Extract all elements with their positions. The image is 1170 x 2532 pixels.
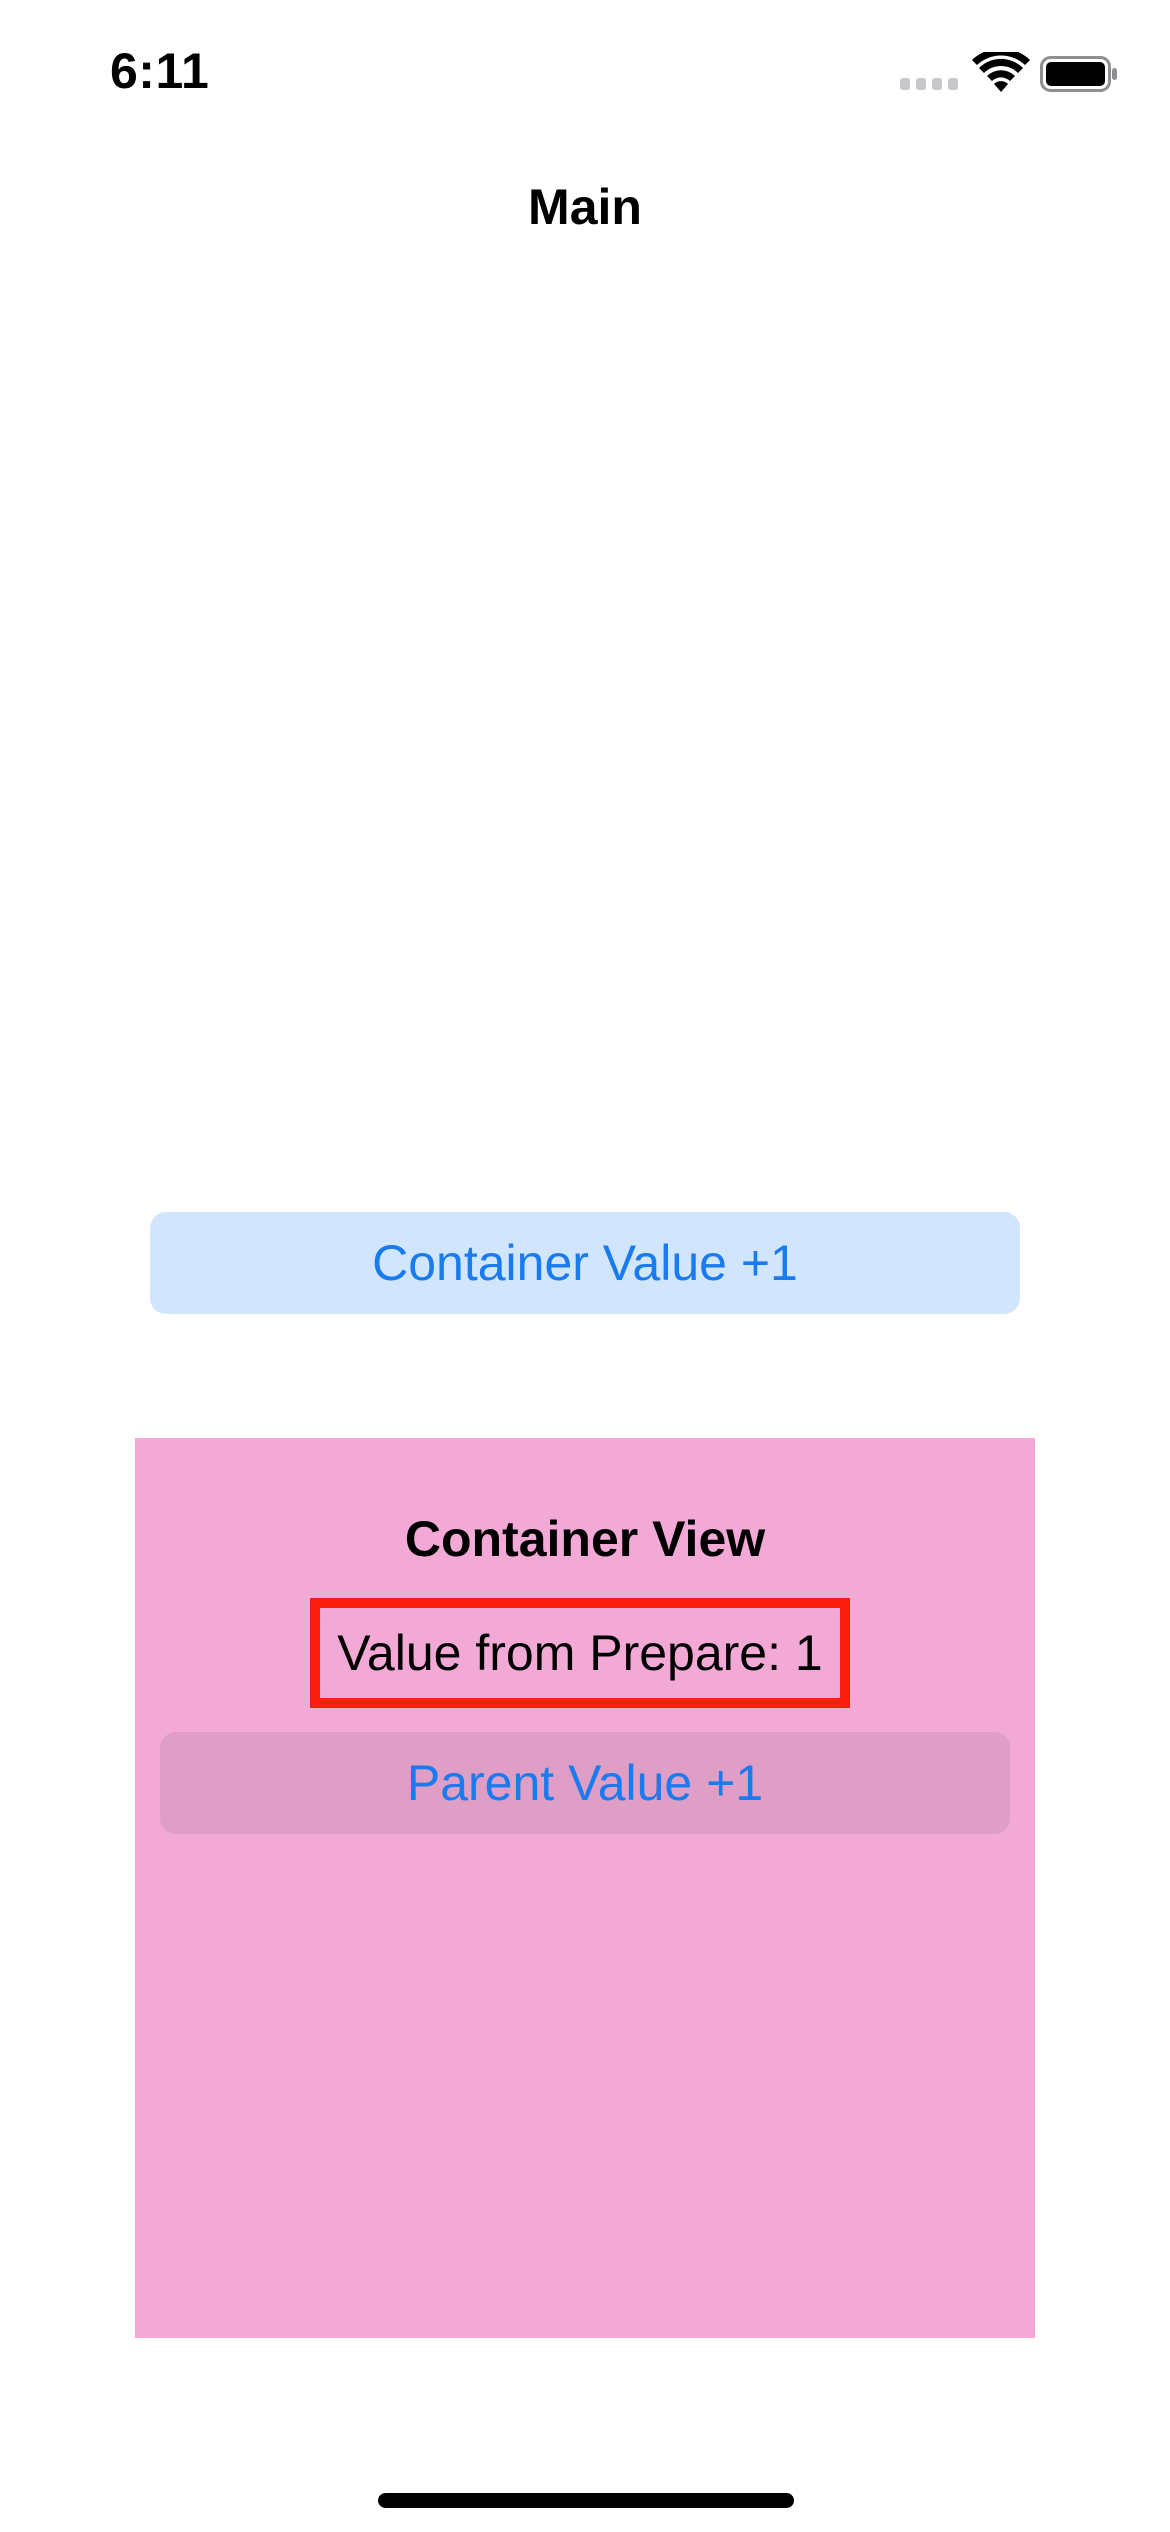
status-time: 6:11 — [110, 43, 210, 99]
prepare-value-highlight-box: Value from Prepare: 1 — [310, 1598, 850, 1708]
status-icons — [900, 50, 1120, 100]
parent-value-button-label: Parent Value +1 — [406, 1755, 764, 1811]
page-title: Main — [528, 179, 642, 235]
container-value-increment-button[interactable]: Container Value +1 — [150, 1212, 1020, 1314]
prepare-value-label: Value from Prepare: 1 — [337, 1625, 823, 1681]
container-view-title: Container View — [404, 1511, 766, 1567]
parent-value-increment-button[interactable]: Parent Value +1 — [160, 1732, 1010, 1834]
wifi-icon — [972, 52, 1030, 92]
container-view: Container View Value from Prepare: 1 Par… — [135, 1438, 1035, 2338]
container-value-button-label: Container Value +1 — [372, 1235, 798, 1291]
cellular-signal-icon — [900, 78, 958, 90]
battery-full-icon — [1040, 56, 1117, 92]
home-indicator[interactable] — [378, 2493, 794, 2508]
